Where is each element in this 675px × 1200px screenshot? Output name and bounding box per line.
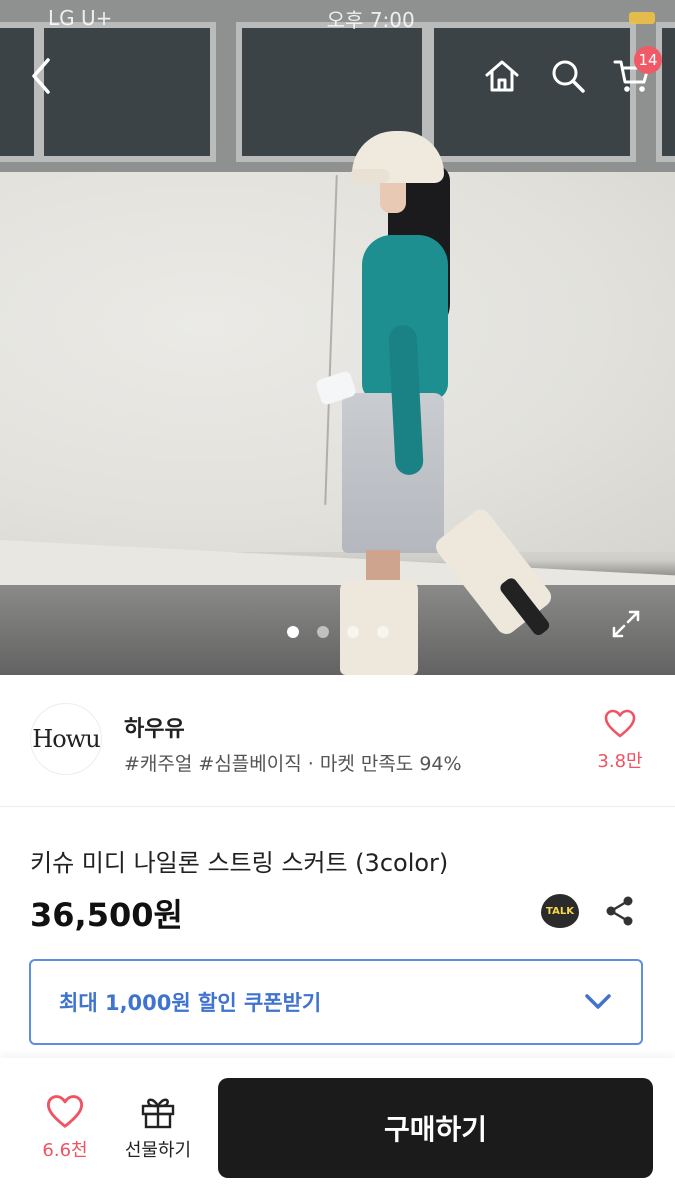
shop-like-button[interactable]: 3.8만 <box>592 709 648 773</box>
product-price: 36,500원 <box>30 896 183 934</box>
gift-icon <box>141 1098 175 1129</box>
home-icon <box>485 60 519 92</box>
back-button[interactable] <box>18 52 66 100</box>
product-image[interactable]: LG U+ 오후 7:00 14 <box>0 0 675 675</box>
bottom-action-bar: 6.6천 선물하기 구매하기 <box>0 1058 675 1200</box>
home-button[interactable] <box>478 52 526 100</box>
chevron-down-icon <box>585 994 611 1009</box>
clock-label: 오후 7:00 <box>326 7 415 32</box>
model-figure <box>300 125 560 675</box>
buy-button[interactable]: 구매하기 <box>218 1078 653 1178</box>
cart-count-badge: 14 <box>634 46 662 74</box>
kakao-talk-icon: TALK <box>546 905 574 917</box>
shop-info[interactable]: Howu 하우유 #캐주얼 #심플베이직 · 마켓 만족도 94% 3.8만 <box>0 675 675 807</box>
shop-tags: #캐주얼 #심플베이직 · 마켓 만족도 94% <box>124 753 462 775</box>
product-like-count: 6.6천 <box>42 1140 88 1161</box>
heart-icon <box>604 709 636 738</box>
share-button[interactable] <box>604 894 636 928</box>
shop-like-count: 3.8만 <box>597 751 643 772</box>
model-cap-brim <box>350 169 390 183</box>
bg-window <box>656 22 675 162</box>
shop-name[interactable]: 하우유 <box>124 711 185 743</box>
carousel-dot[interactable] <box>286 626 299 638</box>
expand-icon <box>612 610 640 638</box>
heart-icon <box>46 1095 84 1128</box>
search-icon <box>552 60 585 93</box>
carousel-dot[interactable] <box>316 626 329 638</box>
chevron-left-icon <box>32 58 50 94</box>
carrier-label: LG U+ <box>48 6 113 30</box>
battery-icon <box>628 12 655 24</box>
kakao-talk-button[interactable]: TALK <box>541 894 579 928</box>
coupon-download-button[interactable]: 최대 1,000원 할인 쿠폰받기 <box>29 959 643 1045</box>
search-button[interactable] <box>544 52 592 100</box>
gift-button[interactable]: 선물하기 <box>118 1094 198 1162</box>
expand-image-button[interactable] <box>608 606 644 642</box>
gift-label: 선물하기 <box>124 1140 192 1161</box>
product-title: 키슈 미디 나일론 스트링 스커트 (3color) <box>30 849 449 877</box>
status-bar: LG U+ 오후 7:00 <box>0 0 675 36</box>
carousel-dot[interactable] <box>376 626 389 638</box>
share-icon <box>606 896 633 926</box>
product-like-button[interactable]: 6.6천 <box>30 1094 100 1162</box>
shop-logo[interactable]: Howu <box>30 703 102 775</box>
carousel-indicator <box>0 626 675 638</box>
coupon-label: 최대 1,000원 할인 쿠폰받기 <box>59 991 322 1015</box>
carousel-dot[interactable] <box>346 626 359 638</box>
